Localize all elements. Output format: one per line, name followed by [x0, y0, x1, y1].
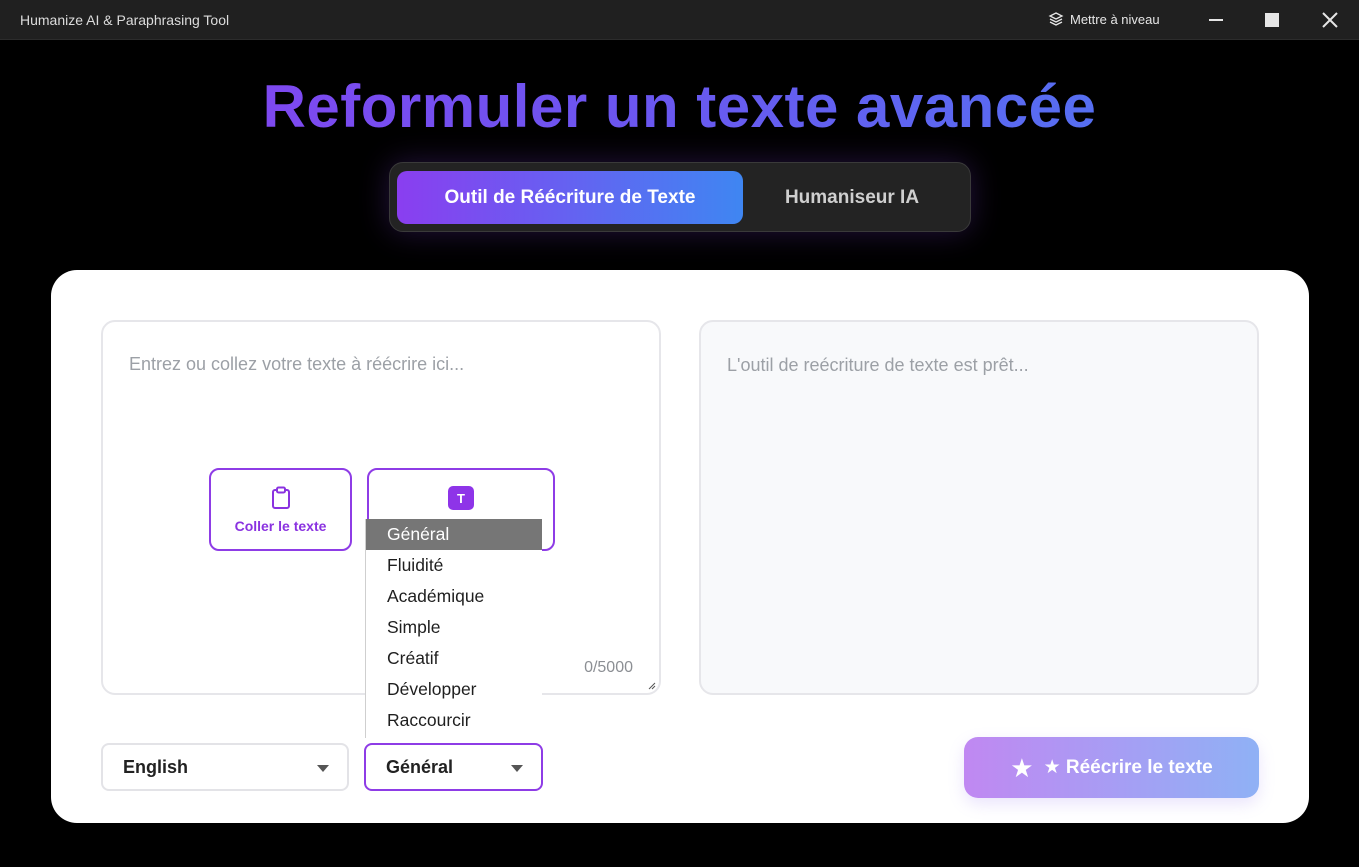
chevron-down-icon: [317, 765, 329, 772]
dropdown-option[interactable]: Créatif: [366, 643, 542, 674]
upgrade-label: Mettre à niveau: [1070, 11, 1160, 27]
window-title: Humanize AI & Paraphrasing Tool: [20, 12, 230, 28]
page-title: Reformuler un texte avancée: [0, 72, 1359, 141]
chevron-down-icon: [511, 765, 523, 772]
maximize-button[interactable]: [1249, 0, 1295, 40]
text-style-icon: T: [448, 486, 474, 510]
dropdown-option[interactable]: Général: [366, 519, 542, 550]
mode-dropdown-list: Général Fluidité Académique Simple Créat…: [365, 519, 542, 738]
char-counter: 0/5000: [584, 659, 633, 676]
language-select-value: English: [123, 756, 189, 777]
mode-tabs: Outil de Réécriture de Texte Humaniseur …: [389, 162, 971, 232]
dropdown-option[interactable]: Raccourcir: [366, 705, 542, 736]
upgrade-button[interactable]: Mettre à niveau: [1048, 11, 1160, 27]
output-textarea[interactable]: L'outil de reécriture de texte est prêt.…: [699, 320, 1259, 695]
clipboard-icon: [271, 486, 290, 509]
title-bar: Humanize AI & Paraphrasing Tool Mettre à…: [0, 0, 1359, 40]
close-icon: [1322, 12, 1338, 28]
main-card: Entrez ou collez votre texte à réécrire …: [51, 270, 1309, 823]
tab-ai-humanizer[interactable]: Humaniseur IA: [752, 171, 952, 224]
mode-select-value: Général: [386, 756, 454, 777]
dropdown-option[interactable]: Simple: [366, 612, 542, 643]
layers-icon: [1048, 12, 1064, 26]
minimize-icon: [1209, 19, 1223, 21]
tab-text-rewriter[interactable]: Outil de Réécriture de Texte: [397, 171, 743, 224]
dropdown-option[interactable]: Développer: [366, 674, 542, 705]
language-select[interactable]: English: [101, 743, 349, 791]
input-placeholder: Entrez ou collez votre texte à réécrire …: [129, 354, 465, 374]
output-placeholder: L'outil de reécriture de texte est prêt.…: [727, 355, 1029, 375]
rewrite-button[interactable]: ★ ★ Réécrire le texte: [964, 737, 1259, 798]
close-button[interactable]: [1307, 0, 1353, 40]
minimize-button[interactable]: [1193, 0, 1239, 40]
rewrite-button-label: ★ Réécrire le texte: [1043, 757, 1213, 778]
dropdown-option[interactable]: Fluidité: [366, 550, 542, 581]
paste-text-button[interactable]: Coller le texte: [209, 468, 352, 551]
dropdown-option[interactable]: Académique: [366, 581, 542, 612]
rewrite-mode-select[interactable]: Général: [364, 743, 543, 791]
paste-text-label: Coller le texte: [234, 517, 327, 534]
star-icon: ★: [1010, 752, 1034, 783]
maximize-icon: [1265, 13, 1279, 27]
resize-handle-icon[interactable]: [647, 681, 656, 690]
